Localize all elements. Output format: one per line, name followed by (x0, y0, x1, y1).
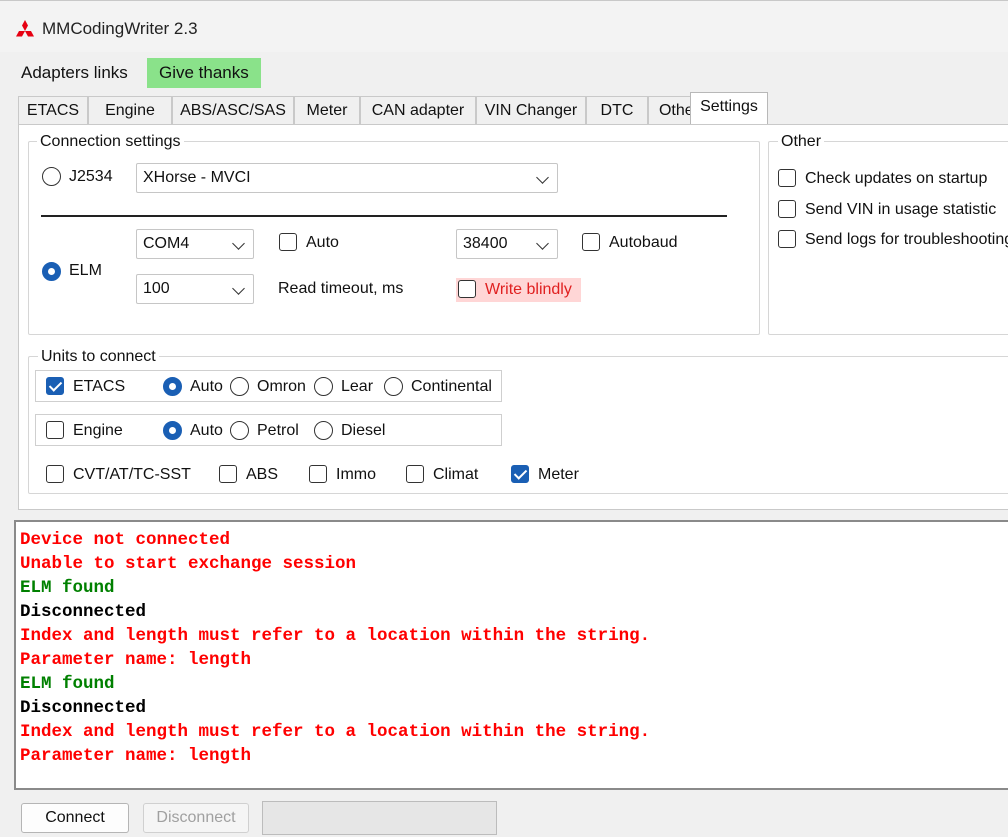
disconnect-button[interactable]: Disconnect (143, 803, 249, 833)
elm-label: ELM (69, 262, 102, 279)
autobaud-checkbox[interactable] (582, 233, 600, 251)
settings-panel: Connection settings J2534 XHorse - MVCI … (18, 124, 1008, 510)
timeout-value: 100 (143, 280, 170, 297)
window-title: MMCodingWriter 2.3 (42, 19, 198, 38)
tab-dtc[interactable]: DTC (586, 96, 648, 124)
engine-auto-label: Auto (190, 422, 223, 439)
log-line: Index and length must refer to a locatio… (20, 626, 651, 646)
auto-checkbox[interactable] (279, 233, 297, 251)
etacs-continental-radio[interactable] (384, 377, 403, 396)
j2534-label: J2534 (69, 168, 113, 185)
check-updates-label: Check updates on startup (805, 170, 988, 187)
send-logs-label: Send logs for troubleshooting (805, 231, 1008, 248)
tab-abs-asc-sas[interactable]: ABS/ASC/SAS (172, 96, 294, 124)
menu-give-thanks[interactable]: Give thanks (147, 58, 261, 88)
tab-engine[interactable]: Engine (88, 96, 172, 124)
climat-checkbox[interactable] (406, 465, 424, 483)
etacs-auto-radio[interactable] (163, 377, 182, 396)
elm-radio[interactable] (42, 262, 61, 281)
chevron-down-icon (536, 171, 549, 184)
mitsubishi-logo-icon (16, 20, 34, 37)
other-group-title: Other (778, 133, 825, 151)
etacs-continental-label: Continental (411, 378, 492, 395)
connection-settings-title: Connection settings (37, 133, 184, 151)
etacs-label: ETACS (73, 378, 126, 395)
meter-label: Meter (538, 466, 579, 483)
engine-diesel-radio[interactable] (314, 421, 333, 440)
baud-rate-value: 38400 (463, 235, 508, 252)
abs-checkbox[interactable] (219, 465, 237, 483)
engine-petrol-label: Petrol (257, 422, 299, 439)
tab-vin-changer[interactable]: VIN Changer (476, 96, 586, 124)
log-line: ELM found (20, 578, 115, 598)
progress-bar (262, 801, 497, 835)
etacs-auto-label: Auto (190, 378, 223, 395)
log-line: ELM found (20, 674, 115, 694)
chevron-down-icon (232, 282, 245, 295)
log-line: Disconnected (20, 698, 147, 718)
log-line: Unable to start exchange session (20, 554, 357, 574)
write-blindly-label: Write blindly (485, 281, 572, 298)
engine-diesel-label: Diesel (341, 422, 386, 439)
com-port-select[interactable]: COM4 (136, 229, 254, 259)
j2534-device-select[interactable]: XHorse - MVCI (136, 163, 558, 193)
meter-checkbox[interactable] (511, 465, 529, 483)
timeout-select[interactable]: 100 (136, 274, 254, 304)
write-blindly-checkbox[interactable] (458, 280, 476, 298)
engine-petrol-radio[interactable] (230, 421, 249, 440)
log-line: Disconnected (20, 602, 147, 622)
climat-label: Climat (433, 466, 479, 483)
engine-checkbox[interactable] (46, 421, 64, 439)
check-updates-checkbox[interactable] (778, 169, 796, 187)
etacs-lear-label: Lear (341, 378, 374, 395)
log-line: Parameter name: length (20, 650, 252, 670)
j2534-device-value: XHorse - MVCI (143, 169, 251, 186)
cvt-label: CVT/AT/TC-SST (73, 466, 191, 483)
send-vin-label: Send VIN in usage statistic (805, 201, 997, 218)
chevron-down-icon (232, 237, 245, 250)
log-line: Parameter name: length (20, 746, 252, 766)
connect-button[interactable]: Connect (21, 803, 129, 833)
log-line: Index and length must refer to a locatio… (20, 722, 651, 742)
etacs-omron-label: Omron (257, 378, 306, 395)
separator-line (41, 215, 727, 217)
j2534-radio[interactable] (42, 167, 61, 186)
baud-rate-select[interactable]: 38400 (456, 229, 558, 259)
etacs-checkbox[interactable] (46, 377, 64, 395)
timeout-label: Read timeout, ms (278, 280, 404, 297)
immo-label: Immo (336, 466, 376, 483)
autobaud-label: Autobaud (609, 234, 678, 251)
tab-etacs[interactable]: ETACS (18, 96, 88, 124)
etacs-omron-radio[interactable] (230, 377, 249, 396)
menu-adapters-links[interactable]: Adapters links (9, 58, 140, 88)
log-output[interactable]: Device not connected Unable to start exc… (14, 520, 1008, 790)
tab-meter[interactable]: Meter (294, 96, 360, 124)
engine-auto-radio[interactable] (163, 421, 182, 440)
send-vin-checkbox[interactable] (778, 200, 796, 218)
tab-settings[interactable]: Settings (690, 92, 768, 124)
send-logs-checkbox[interactable] (778, 230, 796, 248)
com-port-value: COM4 (143, 235, 190, 252)
tab-can-adapter[interactable]: CAN adapter (360, 96, 476, 124)
abs-label: ABS (246, 466, 279, 483)
log-line: Device not connected (20, 530, 231, 550)
immo-checkbox[interactable] (309, 465, 327, 483)
cvt-checkbox[interactable] (46, 465, 64, 483)
units-group-title: Units to connect (38, 348, 159, 366)
auto-label: Auto (306, 234, 339, 251)
chevron-down-icon (536, 237, 549, 250)
menu-bar: Adapters links Give thanks (0, 52, 1008, 88)
etacs-lear-radio[interactable] (314, 377, 333, 396)
engine-label: Engine (73, 422, 123, 439)
title-bar: MMCodingWriter 2.3 (0, 0, 1008, 52)
